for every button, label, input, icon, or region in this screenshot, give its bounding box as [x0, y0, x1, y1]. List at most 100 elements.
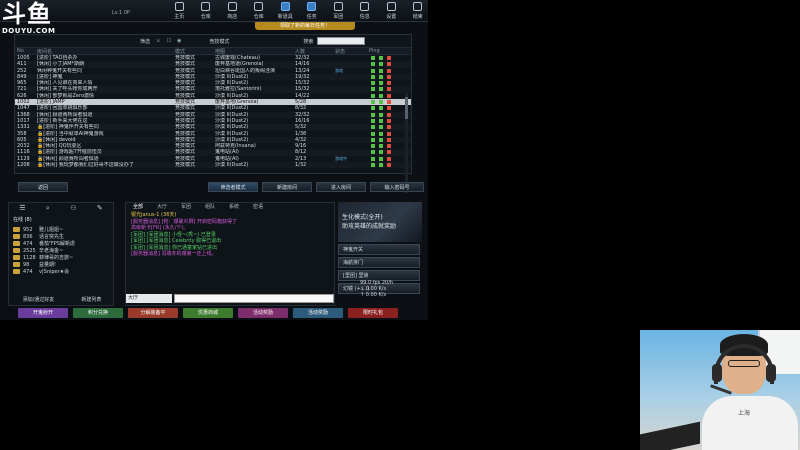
headphone-right-icon — [766, 364, 776, 382]
password-button[interactable]: 输入密码号 — [370, 182, 424, 192]
search-input[interactable] — [317, 37, 366, 45]
column-header[interactable]: 模式 — [173, 48, 213, 54]
topnav-item[interactable]: 商店 — [219, 0, 246, 22]
topnav-label: 任务 — [306, 14, 317, 20]
column-header[interactable]: Ping — [367, 48, 403, 54]
alert-icon — [387, 56, 391, 60]
ready-icon — [379, 56, 383, 60]
room-name: [进阶] JAMP — [37, 99, 65, 106]
scroll-thumb[interactable] — [405, 97, 408, 119]
friend-item[interactable]: 836 话言突先生 — [9, 233, 113, 240]
new-list-button[interactable]: 新建列表 — [81, 296, 101, 303]
topnav-item[interactable]: 设置 — [378, 0, 405, 22]
friends-group-title[interactable]: 在线 (8) — [9, 213, 113, 226]
friend-item[interactable]: 1128 菲律哥的吉旅~ — [9, 254, 113, 261]
chat-tab[interactable]: 全部 — [126, 203, 150, 212]
topnav-item[interactable]: 主页 — [166, 0, 193, 22]
column-header[interactable]: 房间名 — [35, 48, 173, 54]
room-scrollbar[interactable] — [405, 93, 408, 193]
friends-tab-icon[interactable]: ☰ — [19, 204, 25, 212]
friends-tabs: ☰ ⌕ ⚇ ✎ — [9, 203, 113, 213]
chat-tab[interactable]: 密语 — [246, 203, 270, 212]
column-header[interactable]: No — [15, 48, 35, 54]
room-actions: 筛选者模式 新建房间 进入房间 输入密码号 — [208, 182, 424, 192]
ping-icon — [371, 150, 375, 155]
room-list-panel: 筛选 ⚔ ☐ ◉ 竞技模式 搜索 No 房间名 模式 地图 人数 状态 Ping 1005[… — [14, 34, 412, 193]
edit-icon[interactable]: ✎ — [97, 204, 103, 212]
friend-item[interactable]: 474 番茄ᵀFPS解新虐 — [9, 240, 113, 247]
friend-item[interactable]: 952 雅儿姐姐~ — [9, 226, 113, 233]
topnav-item[interactable]: 信息 — [352, 0, 379, 22]
bottom-button[interactable]: 开鬼射开 — [18, 308, 68, 318]
filtered-mode-button[interactable]: 筛选者模式 — [208, 182, 258, 192]
topnav-icon — [280, 2, 290, 11]
ping-icon — [371, 74, 375, 79]
topnav-item[interactable]: 新道具 — [272, 0, 299, 22]
filter-icon[interactable]: ⚔ — [156, 38, 160, 44]
friend-item[interactable]: 2525 辛老海金~ — [9, 247, 113, 254]
mode-select[interactable]: 竞技模式 — [209, 38, 229, 45]
table-row[interactable]: 1208 🔒[休闲] 我玩梦都我们过好哥不这做没办了 竞技模式 沙漠 II(Dust2… — [15, 162, 411, 169]
add-friend-button[interactable]: 添加/通过好友 — [23, 296, 55, 303]
ready-icon — [379, 131, 383, 136]
friend-item[interactable]: 98 益量期! — [9, 261, 113, 268]
topnav-icon — [307, 2, 317, 11]
alert-icon — [387, 62, 391, 67]
friend-item[interactable]: 474 v|Sniper★会 — [9, 268, 113, 275]
topnav-item[interactable]: 仓库 — [246, 0, 273, 22]
friend-level: 1128 — [23, 254, 36, 261]
group-icon[interactable]: ⚇ — [70, 204, 76, 212]
topnav-item[interactable]: 任务 — [299, 0, 326, 22]
room-name: [休闲] 顾道赛所闯者俱道 — [43, 155, 99, 162]
column-header[interactable]: 状态 — [333, 48, 367, 54]
ping-icon — [371, 93, 375, 98]
column-header[interactable]: 地图 — [213, 48, 293, 54]
ready-icon — [379, 150, 383, 155]
ready-icon — [379, 81, 383, 86]
topnav-item[interactable]: 仓库 — [193, 0, 220, 22]
chat-input[interactable] — [174, 294, 334, 303]
upload-rate: 0.00 K/s — [365, 292, 387, 298]
filter-lock-icon[interactable]: ☐ — [167, 38, 171, 44]
ping-icon — [371, 131, 375, 136]
room-status — [333, 162, 367, 168]
filter-bar: 筛选 ⚔ ☐ ◉ 竞技模式 搜索 — [15, 35, 411, 47]
room-name: [休闲] 顾道赛所闯者俱道 — [37, 111, 93, 118]
notice-banner[interactable]: 领取了新的每日任务！ — [255, 22, 355, 30]
column-header[interactable]: 人数 — [293, 48, 333, 54]
chat-message: [服务器消息] 羽端冬的爆第一还上线。 — [131, 251, 217, 257]
side-item[interactable]: 海航排门 — [338, 257, 420, 268]
topnav-icon — [333, 2, 343, 11]
enter-room-button[interactable]: 进入房间 — [316, 182, 366, 192]
streamer-shirt — [702, 396, 798, 450]
ready-icon — [379, 112, 383, 117]
table-header: No 房间名 模式 地图 人数 状态 Ping — [15, 47, 411, 55]
chat-tab[interactable]: 军团 — [174, 203, 198, 212]
event-banner[interactable]: 生化模式(全开) 助攻英雄的成就奖励 — [338, 202, 422, 242]
bottom-button[interactable]: 优惠商城 — [183, 308, 233, 318]
side-item[interactable]: 神鬼开关 — [338, 244, 420, 255]
topnav-item[interactable]: 结束 — [405, 0, 429, 22]
topnav-label: 信息 — [359, 14, 370, 20]
bottom-button[interactable]: 限时礼包 — [348, 308, 398, 318]
bottom-button[interactable]: 活动奖励 — [238, 308, 288, 318]
back-button[interactable]: 返回 — [18, 182, 68, 192]
room-name: [休闲] 小丁JAM*斯朗 — [37, 61, 85, 68]
alert-icon — [387, 112, 391, 117]
bottom-button[interactable]: 活动奖励 — [293, 308, 343, 318]
chat-channel-select[interactable]: 大厅 — [126, 294, 172, 303]
ping-icon — [371, 156, 375, 161]
bottom-button[interactable]: 积分兑换 — [73, 308, 123, 318]
chat-messages: 银光Janus-1 (36天) [服务器消息] [枪：爆破炎狮] 开启密码箱获得了… — [126, 212, 334, 258]
ping-icon — [371, 100, 375, 105]
filter-option-icon[interactable]: ◉ — [177, 38, 181, 44]
room-name: [进阶] 神鬼 — [37, 73, 63, 80]
topnav-item[interactable]: 军团 — [325, 0, 352, 22]
create-room-button[interactable]: 新建房间 — [262, 182, 312, 192]
chat-tab[interactable]: 组队 — [198, 203, 222, 212]
search-friend-icon[interactable]: ⌕ — [46, 204, 50, 213]
chat-tab[interactable]: 系统 — [222, 203, 246, 212]
bottom-button[interactable]: 分解装备平 — [128, 308, 178, 318]
chat-tab[interactable]: 大厅 — [150, 203, 174, 212]
alert-icon — [387, 87, 391, 92]
